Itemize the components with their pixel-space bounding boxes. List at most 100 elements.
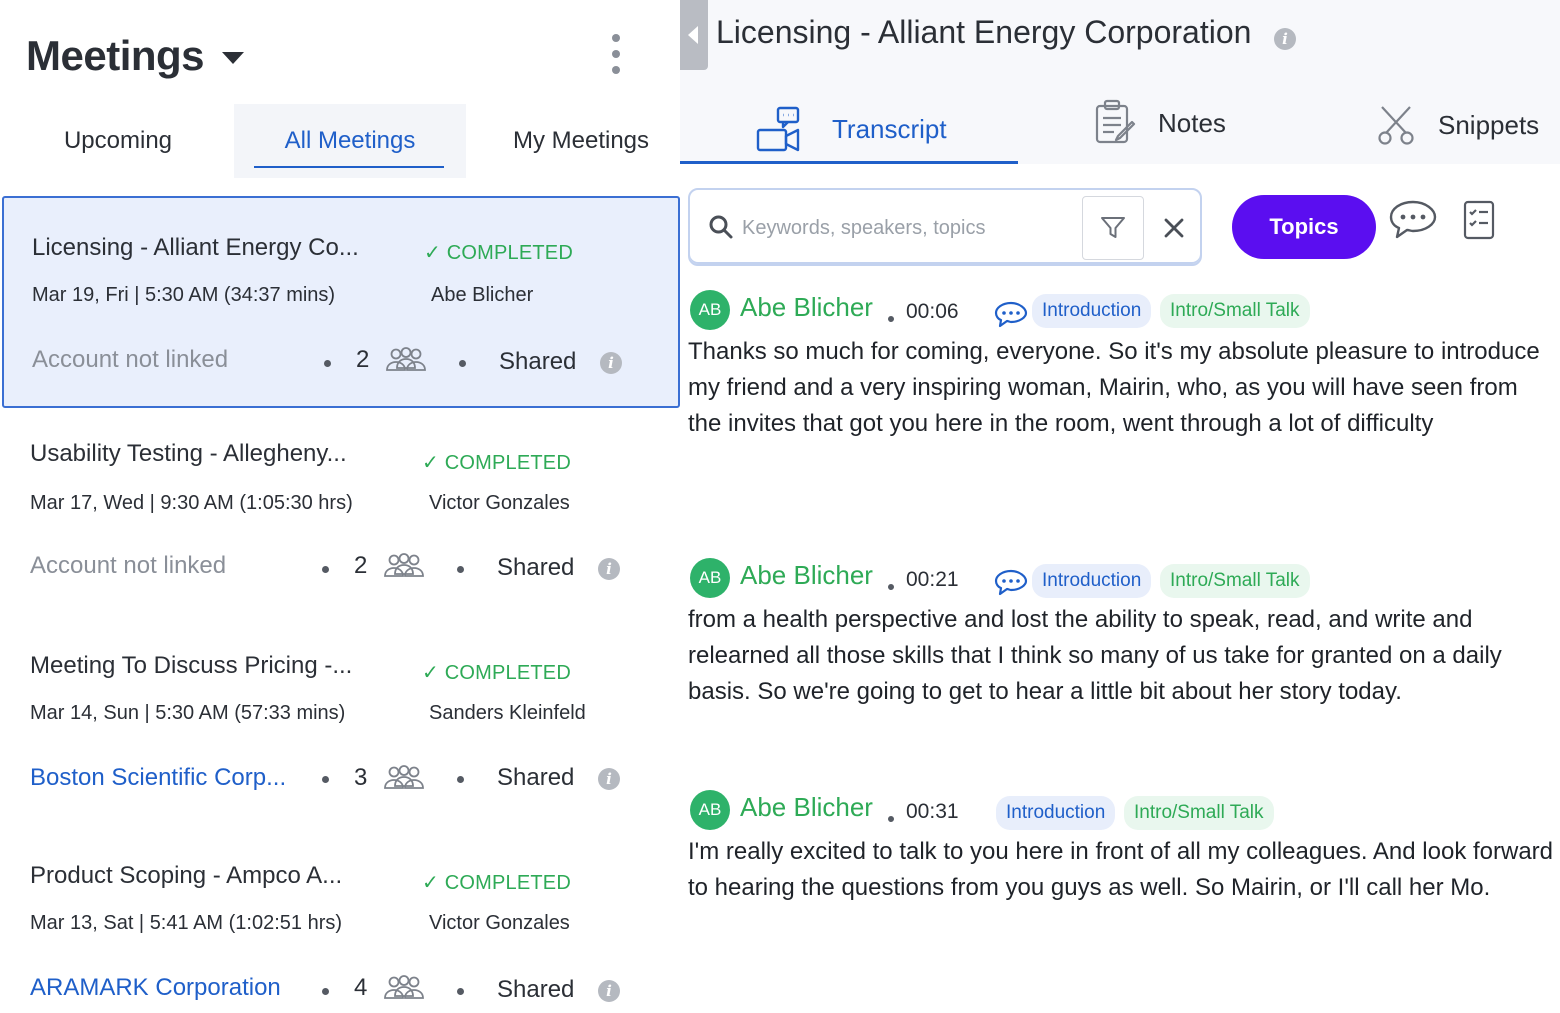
meeting-list-item[interactable]: Product Scoping - Ampco A... ✓ COMPLETED…: [2, 830, 680, 1013]
status-badge: ✓ COMPLETED: [422, 452, 571, 474]
info-icon[interactable]: i: [600, 352, 622, 374]
comment-icon[interactable]: [1388, 198, 1438, 242]
info-icon[interactable]: i: [1274, 28, 1296, 50]
filter-icon: [1101, 217, 1125, 238]
meetings-panel: Meetings Upcoming All Meetings My Meetin…: [0, 0, 680, 1013]
search-input[interactable]: [742, 212, 1072, 244]
people-icon: [384, 553, 424, 577]
meeting-owner: Abe Blicher: [431, 284, 534, 306]
filter-button[interactable]: [1082, 196, 1144, 260]
speaker-name[interactable]: Abe Blicher: [740, 792, 873, 823]
tab-all-meetings[interactable]: All Meetings: [234, 104, 466, 178]
info-icon[interactable]: i: [598, 558, 620, 580]
separator-dot: [322, 988, 329, 995]
account-link[interactable]: ARAMARK Corporation: [30, 974, 281, 1002]
separator-dot: [888, 584, 894, 590]
separator-dot: [322, 566, 329, 573]
account-link[interactable]: Boston Scientific Corp...: [30, 764, 286, 792]
separator-dot: [322, 776, 329, 783]
timestamp[interactable]: 00:21: [906, 568, 959, 592]
tab-my-meetings[interactable]: My Meetings: [486, 104, 676, 178]
meeting-title: Usability Testing - Allegheny...: [30, 440, 347, 467]
active-tab-indicator: [680, 161, 1018, 164]
status-label: COMPLETED: [444, 452, 571, 474]
meeting-list-item[interactable]: Usability Testing - Allegheny... ✓ COMPL…: [2, 410, 680, 622]
participant-count: 2: [354, 552, 368, 579]
topics-button[interactable]: Topics: [1232, 195, 1376, 259]
separator-dot: [457, 776, 464, 783]
info-icon[interactable]: i: [598, 768, 620, 790]
account-link-status: Account not linked: [30, 552, 227, 579]
tab-snippets-label: Snippets: [1438, 109, 1540, 140]
tab-notes-label: Notes: [1158, 107, 1226, 138]
topic-tag[interactable]: Intro/Small Talk: [1160, 564, 1310, 598]
topic-tag[interactable]: Introduction: [996, 796, 1116, 830]
status-label: COMPLETED: [444, 872, 571, 894]
kebab-menu-icon[interactable]: [606, 34, 626, 74]
people-icon: [384, 975, 424, 999]
meeting-detail-title: Licensing - Alliant Energy Corporation: [716, 14, 1252, 50]
meeting-title: Meeting To Discuss Pricing -...: [30, 652, 353, 679]
meetings-header[interactable]: Meetings: [26, 32, 245, 80]
meeting-date: Mar 13, Sat | 5:41 AM (1:02:51 hrs): [30, 912, 343, 934]
topic-tag[interactable]: Intro/Small Talk: [1124, 796, 1274, 830]
timestamp[interactable]: 00:31: [906, 800, 959, 824]
avatar: AB: [690, 558, 730, 598]
people-icon: [384, 765, 424, 789]
status-label: COMPLETED: [444, 662, 571, 684]
tab-notes[interactable]: Notes: [1094, 90, 1226, 156]
status-badge: ✓ COMPLETED: [424, 242, 573, 264]
meeting-list-item[interactable]: Meeting To Discuss Pricing -... ✓ COMPLE…: [2, 620, 680, 832]
separator-dot: [457, 988, 464, 995]
participant-count: 4: [354, 974, 368, 1001]
status-label: COMPLETED: [446, 242, 573, 264]
detail-header: Licensing - Alliant Energy Corporation i…: [680, 0, 1560, 164]
topic-tag[interactable]: Introduction: [1032, 294, 1152, 328]
separator-dot: [459, 360, 466, 367]
tab-snippets[interactable]: Snippets: [1376, 92, 1539, 158]
collapse-arrow-icon[interactable]: [680, 0, 708, 70]
participant-count: 3: [354, 764, 368, 791]
scissors-icon: [1378, 106, 1414, 145]
speaker-name[interactable]: Abe Blicher: [740, 560, 873, 591]
tab-transcript-label: Transcript: [832, 113, 947, 144]
separator-dot: [888, 816, 894, 822]
people-icon: [386, 347, 426, 371]
meeting-date: Mar 17, Wed | 9:30 AM (1:05:30 hrs): [30, 492, 353, 514]
topic-tag[interactable]: Intro/Small Talk: [1160, 294, 1310, 328]
clear-search-button[interactable]: [1152, 196, 1196, 260]
status-badge: ✓ COMPLETED: [422, 872, 571, 894]
meeting-title: Licensing - Alliant Energy Co...: [32, 234, 359, 261]
separator-dot: [457, 566, 464, 573]
topic-tag[interactable]: Introduction: [1032, 564, 1152, 598]
speaker-name[interactable]: Abe Blicher: [740, 292, 873, 323]
meeting-list-item[interactable]: Licensing - Alliant Energy Co... ✓ COMPL…: [2, 196, 680, 408]
meeting-detail-panel: Licensing - Alliant Energy Corporation i…: [680, 0, 1560, 1013]
close-icon: [1164, 218, 1184, 238]
comment-icon[interactable]: [994, 568, 1028, 598]
meeting-owner: Victor Gonzales: [429, 492, 570, 514]
tab-upcoming[interactable]: Upcoming: [30, 104, 206, 178]
meetings-tabs: Upcoming All Meetings My Meetings: [0, 104, 680, 178]
checklist-icon[interactable]: [1462, 198, 1496, 242]
meeting-date: Mar 14, Sun | 5:30 AM (57:33 mins): [30, 702, 346, 724]
status-badge: ✓ COMPLETED: [422, 662, 571, 684]
visibility-label: Shared: [497, 554, 575, 581]
visibility-label: Shared: [499, 348, 577, 375]
separator-dot: [324, 360, 331, 367]
transcript-text: Thanks so much for coming, everyone. So …: [688, 338, 1540, 437]
notes-icon: [1095, 99, 1136, 144]
visibility-label: Shared: [497, 976, 575, 1003]
search-icon: [709, 215, 733, 239]
page-title: Meetings: [26, 32, 205, 79]
transcript-search: [688, 188, 1202, 266]
visibility-label: Shared: [497, 764, 575, 791]
tab-transcript[interactable]: Transcript: [756, 96, 947, 162]
info-icon[interactable]: i: [598, 980, 620, 1002]
avatar: AB: [690, 290, 730, 330]
comment-icon[interactable]: [994, 300, 1028, 330]
timestamp[interactable]: 00:06: [906, 300, 959, 324]
video-chat-icon: [756, 106, 800, 152]
chevron-down-icon[interactable]: [222, 52, 245, 64]
separator-dot: [888, 316, 894, 322]
